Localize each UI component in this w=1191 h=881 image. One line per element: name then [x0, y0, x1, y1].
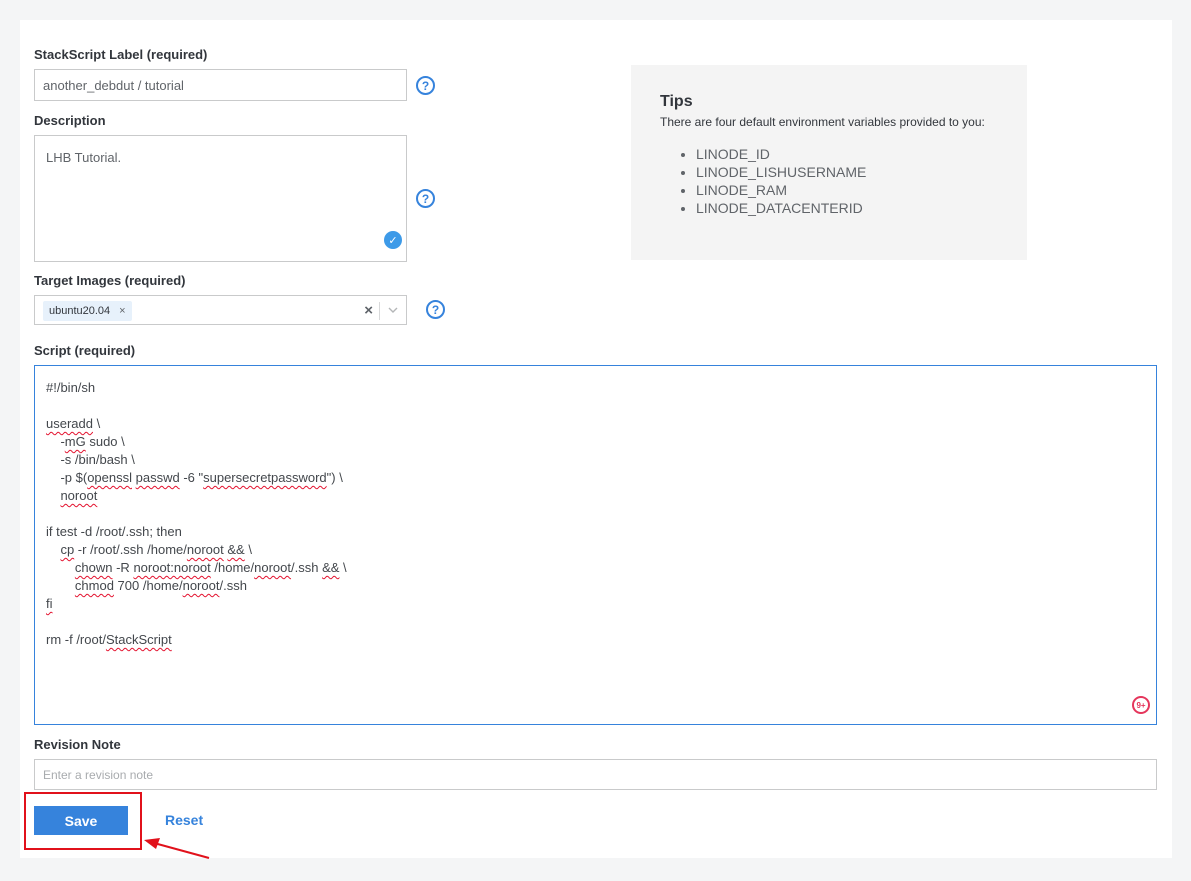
- script-editor[interactable]: #!/bin/sh useradd \ -mG sudo \ -s /bin/ba…: [34, 365, 1157, 725]
- chip-remove-icon[interactable]: ×: [119, 305, 125, 317]
- description-help-icon[interactable]: ?: [416, 189, 435, 208]
- script-text: -R: [112, 560, 134, 575]
- revision-note-input[interactable]: Enter a revision note: [34, 759, 1157, 790]
- spellcheck-flagged-word: useradd: [46, 416, 93, 431]
- annotation-highlight-box: [24, 792, 142, 850]
- description-textarea[interactable]: LHB Tutorial. ✓: [34, 135, 407, 262]
- tips-item: LINODE_ID: [696, 145, 866, 163]
- description-title: Description: [34, 113, 106, 128]
- description-text: LHB Tutorial.: [46, 150, 122, 165]
- script-text: ") \: [326, 470, 343, 485]
- script-text: -p $(: [46, 470, 88, 485]
- spellcheck-flagged-word: mG: [64, 434, 86, 449]
- script-line: cp -r /root/.ssh /home/noroot && \: [46, 541, 252, 559]
- clear-selection-icon[interactable]: ×: [364, 302, 373, 319]
- image-chip: ubuntu20.04 ×: [43, 301, 132, 321]
- select-separator: [379, 302, 380, 320]
- check-icon: ✓: [384, 231, 402, 249]
- script-text: [46, 578, 75, 593]
- script-text: #!/bin/sh: [46, 380, 96, 395]
- spellcheck-flagged-word: &&: [227, 542, 245, 557]
- spellcheck-flagged-word: noroot:noroot: [133, 560, 211, 575]
- spellcheck-flagged-word: noroot: [60, 488, 98, 503]
- spellcheck-flagged-word: noroot: [254, 560, 292, 575]
- script-line: fi: [46, 595, 53, 613]
- script-text: /.ssh: [219, 578, 247, 593]
- script-text: -r /root/.ssh /home/: [74, 542, 187, 557]
- script-text: -6 ": [179, 470, 204, 485]
- script-text: -s /bin/bash \: [46, 452, 135, 467]
- tips-item: LINODE_RAM: [696, 181, 866, 199]
- script-line: chmod 700 /home/noroot/.ssh: [46, 577, 247, 595]
- grammarly-icon[interactable]: 9+: [1132, 696, 1150, 714]
- script-text: \: [244, 542, 252, 557]
- spellcheck-flagged-word: noroot: [186, 542, 224, 557]
- script-text: \: [92, 416, 101, 431]
- script-text: [46, 488, 60, 503]
- script-line: #!/bin/sh: [46, 379, 95, 397]
- script-line: rm -f /root/StackScript: [46, 631, 172, 649]
- stackscript-label-title: StackScript Label (required): [34, 47, 208, 62]
- script-line: chown -R noroot:noroot /home/noroot/.ssh…: [46, 559, 347, 577]
- script-line: -mG sudo \: [46, 433, 125, 451]
- spellcheck-flagged-word: passwd: [135, 470, 180, 485]
- script-text: /home/: [210, 560, 255, 575]
- images-help-icon[interactable]: ?: [426, 300, 445, 319]
- spellcheck-flagged-word: cp: [60, 542, 75, 557]
- tips-list: LINODE_ID LINODE_LISHUSERNAME LINODE_RAM…: [696, 145, 866, 217]
- target-images-title: Target Images (required): [34, 273, 186, 288]
- script-line: if test -d /root/.ssh; then: [46, 523, 182, 541]
- script-line: noroot: [46, 487, 97, 505]
- script-text: /.ssh: [291, 560, 323, 575]
- script-text: sudo \: [85, 434, 125, 449]
- reset-button[interactable]: Reset: [165, 812, 203, 828]
- target-images-select[interactable]: ubuntu20.04 × ×: [34, 295, 407, 325]
- spellcheck-flagged-word: chown: [74, 560, 113, 575]
- script-line: -s /bin/bash \: [46, 451, 135, 469]
- revision-note-title: Revision Note: [34, 737, 121, 752]
- script-line: useradd \: [46, 415, 100, 433]
- script-line: -p $(openssl passwd -6 "supersecretpassw…: [46, 469, 343, 487]
- annotation-arrow-icon: [144, 838, 210, 859]
- script-text: -: [46, 434, 65, 449]
- image-chip-label: ubuntu20.04: [49, 305, 111, 317]
- spellcheck-flagged-word: supersecretpassword: [203, 470, 327, 485]
- spellcheck-flagged-word: fi: [46, 596, 53, 611]
- script-text: \: [339, 560, 347, 575]
- tips-item: LINODE_DATACENTERID: [696, 199, 866, 217]
- chevron-down-icon[interactable]: [388, 305, 398, 315]
- tips-title: Tips: [660, 93, 693, 110]
- script-title: Script (required): [34, 343, 136, 358]
- script-text: [46, 542, 60, 557]
- script-text: [46, 560, 75, 575]
- spellcheck-flagged-word: &&: [322, 560, 340, 575]
- spellcheck-flagged-word: chmod: [74, 578, 114, 593]
- spellcheck-flagged-word: noroot: [182, 578, 220, 593]
- tips-text: There are four default environment varia…: [660, 115, 985, 129]
- spellcheck-flagged-word: openssl: [87, 470, 132, 485]
- script-text: 700 /home/: [113, 578, 183, 593]
- spellcheck-flagged-word: StackScript: [105, 632, 172, 647]
- stackscript-label-input[interactable]: another_debdut / tutorial: [34, 69, 407, 101]
- tips-panel: Tips There are four default environment …: [631, 65, 1027, 260]
- script-text: if test -d /root/.ssh; then: [46, 524, 182, 539]
- label-help-icon[interactable]: ?: [416, 76, 435, 95]
- tips-item: LINODE_LISHUSERNAME: [696, 163, 866, 181]
- script-text: rm -f /root/: [46, 632, 106, 647]
